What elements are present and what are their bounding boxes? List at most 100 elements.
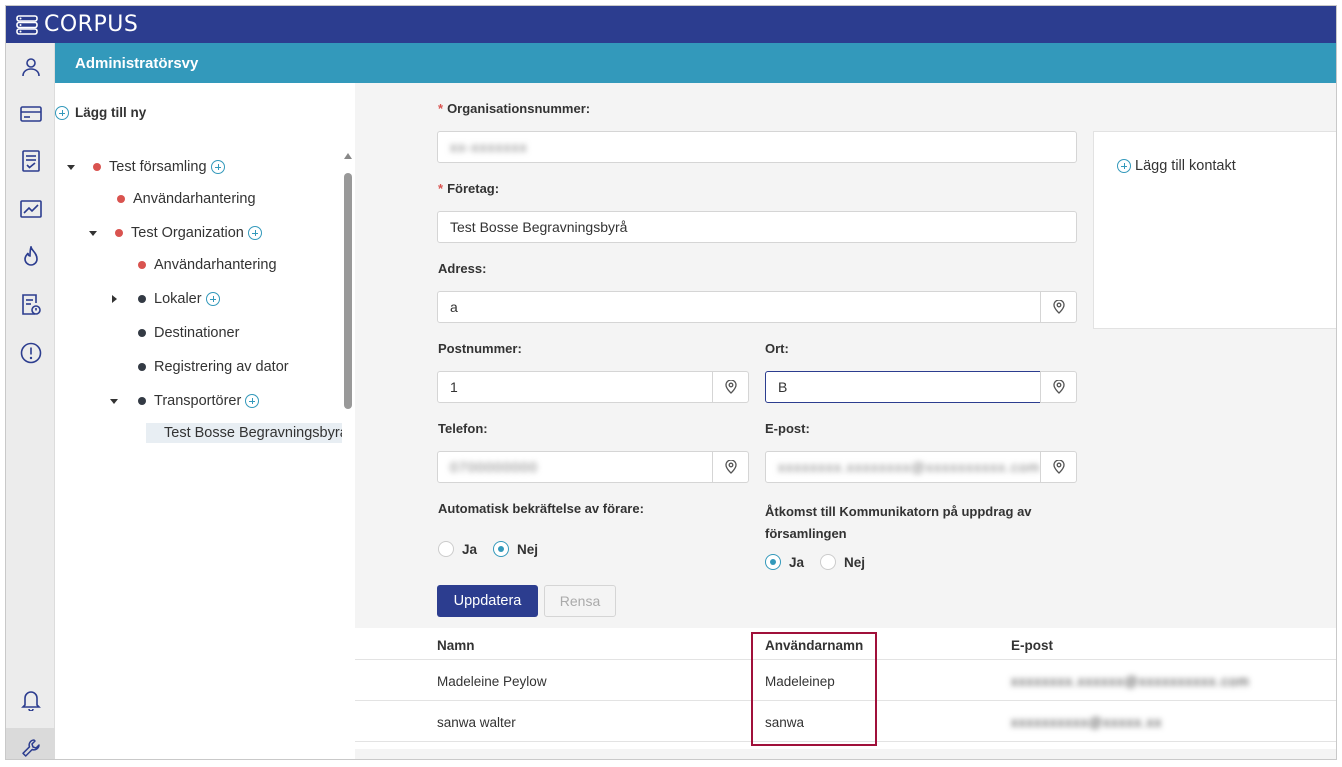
tree-node-destinationer[interactable]: Destinationer (138, 325, 239, 341)
org-number-label: * Organisationsnummer: (438, 101, 591, 116)
add-contact-button[interactable]: Lägg till kontakt (1117, 158, 1236, 174)
bell-icon[interactable] (6, 680, 55, 720)
table-cell-email[interactable]: xxxxxxxxxx@xxxxx.xx (1011, 715, 1162, 730)
tree-node-label: Användarhantering (133, 191, 256, 207)
phone-label: Telefon: (438, 421, 488, 436)
postal-code-input[interactable]: 1 (437, 371, 713, 403)
access-label: Åtkomst till Kommunikatorn på uppdrag av… (765, 504, 1032, 541)
page-title: Administratörsvy (75, 54, 199, 72)
required-marker: * (438, 101, 444, 116)
radio-nej[interactable] (820, 554, 837, 570)
scroll-up-icon[interactable] (344, 153, 352, 159)
column-header-email[interactable]: E-post (1011, 638, 1053, 653)
map-pin-icon[interactable] (1040, 451, 1077, 483)
add-contact-label: Lägg till kontakt (1135, 158, 1236, 174)
wrench-icon[interactable] (6, 728, 55, 759)
company-label: * Företag: (438, 181, 500, 196)
status-dot-icon (138, 295, 146, 303)
radio-ja[interactable] (765, 554, 781, 570)
column-header-name[interactable]: Namn (437, 638, 475, 653)
email-input[interactable]: xxxxxxxx.xxxxxxxx@xxxxxxxxxx.com (765, 451, 1041, 483)
email-label: E-post: (765, 421, 810, 436)
brand-name: CORPUS (44, 12, 139, 37)
add-child-icon[interactable] (245, 394, 260, 408)
tree-node-label: Destinationer (154, 325, 240, 341)
clear-button[interactable]: Rensa (544, 585, 616, 617)
flame-icon[interactable] (6, 237, 55, 277)
status-dot-icon (138, 329, 146, 337)
radio-nej[interactable] (493, 541, 510, 557)
map-pin-icon[interactable] (1040, 371, 1077, 403)
app-window: CORPUS Administratörsvy Lägg till ny Tes… (5, 5, 1337, 760)
status-dot-icon (138, 261, 146, 269)
tree-node-anvandarhantering[interactable]: Användarhantering (117, 191, 256, 207)
tree-node-label: Test församling (109, 159, 207, 175)
radio-ja[interactable] (438, 541, 454, 557)
user-icon[interactable] (6, 47, 55, 87)
tree-panel: Lägg till ny Test församling Användarhan… (55, 83, 355, 759)
scrollbar-thumb[interactable] (344, 173, 352, 409)
contacts-panel: Lägg till kontakt (1093, 131, 1336, 329)
map-pin-icon[interactable] (1040, 291, 1077, 323)
org-number-input[interactable]: xx-xxxxxxx (437, 131, 1077, 163)
tree-node-label: Registrering av dator (154, 359, 289, 375)
users-table: Namn Användarnamn E-post Madeleine Peylo… (355, 628, 1336, 759)
document-list-icon[interactable] (6, 141, 55, 181)
address-label: Adress: (438, 261, 487, 276)
tree-node-label: Lokaler (154, 291, 202, 307)
bottom-strip (355, 749, 1336, 759)
auto-confirm-label: Automatisk bekräftelse av förare: (438, 501, 644, 516)
table-cell-name[interactable]: sanwa walter (437, 715, 516, 730)
required-marker: * (438, 181, 444, 196)
tree-node-registrering-av-dator[interactable]: Registrering av dator (138, 359, 289, 375)
add-child-icon[interactable] (247, 226, 262, 240)
company-input[interactable]: Test Bosse Begravningsbyrå (437, 211, 1077, 243)
add-new-button[interactable]: Lägg till ny (55, 105, 146, 120)
postal-code-label: Postnummer: (438, 341, 522, 356)
edit-form: * Organisationsnummer: xx-xxxxxxx * Företa… (355, 83, 1336, 628)
status-dot-icon (117, 195, 125, 203)
update-button[interactable]: Uppdatera (437, 585, 538, 617)
tree-node-label: Användarhantering (154, 257, 277, 273)
map-pin-icon[interactable] (712, 451, 749, 483)
caret-down-icon[interactable] (67, 164, 75, 170)
caret-down-icon[interactable] (110, 398, 118, 404)
tree-node-label: Transportörer (154, 393, 242, 409)
status-dot-icon (138, 363, 146, 371)
caret-down-icon[interactable] (89, 230, 97, 236)
chart-icon[interactable] (6, 189, 55, 229)
server-stack-icon (16, 14, 38, 35)
map-pin-icon[interactable] (712, 371, 749, 403)
tree-node-anvandarhantering[interactable]: Användarhantering (138, 257, 277, 273)
add-new-label: Lägg till ny (75, 105, 147, 120)
tree-node-lokaler[interactable]: Lokaler (112, 291, 220, 307)
table-cell-name[interactable]: Madeleine Peylow (437, 674, 547, 689)
alert-icon[interactable] (6, 333, 55, 373)
tree-node-label: Test Bosse Begravningsbyrå (164, 425, 342, 441)
tree-node-test-bosse-begravningsbyra[interactable]: Test Bosse Begravningsbyrå (146, 423, 342, 443)
access-radio-group: Ja Nej (765, 554, 865, 570)
report-icon[interactable] (6, 285, 55, 325)
tree-scrollbar[interactable] (343, 153, 353, 413)
username-column-highlight (751, 632, 877, 746)
add-child-icon[interactable] (210, 160, 225, 174)
tree-node-label: Test Organization (131, 225, 244, 241)
table-cell-email[interactable]: xxxxxxxx.xxxxxx@xxxxxxxxxx.com (1011, 674, 1250, 689)
plus-circle-icon (1117, 159, 1131, 173)
phone-input[interactable]: 0700000000 (437, 451, 713, 483)
city-input[interactable]: B (765, 371, 1041, 403)
left-nav (6, 43, 55, 759)
status-dot-icon (138, 397, 146, 405)
top-bar: CORPUS (6, 6, 1336, 43)
auto-confirm-radio-group: Ja Nej (438, 541, 538, 557)
card-icon[interactable] (6, 94, 55, 134)
caret-right-icon[interactable] (112, 295, 117, 303)
city-label: Ort: (765, 341, 789, 356)
plus-circle-icon (55, 105, 69, 120)
tree-node-transportorer[interactable]: Transportörer (110, 393, 260, 409)
add-child-icon[interactable] (205, 292, 220, 306)
tree-node-test-forsamling[interactable]: Test församling (67, 159, 225, 175)
tree-node-test-organization[interactable]: Test Organization (89, 225, 262, 241)
status-dot-icon (115, 229, 123, 237)
address-input[interactable]: a (437, 291, 1041, 323)
